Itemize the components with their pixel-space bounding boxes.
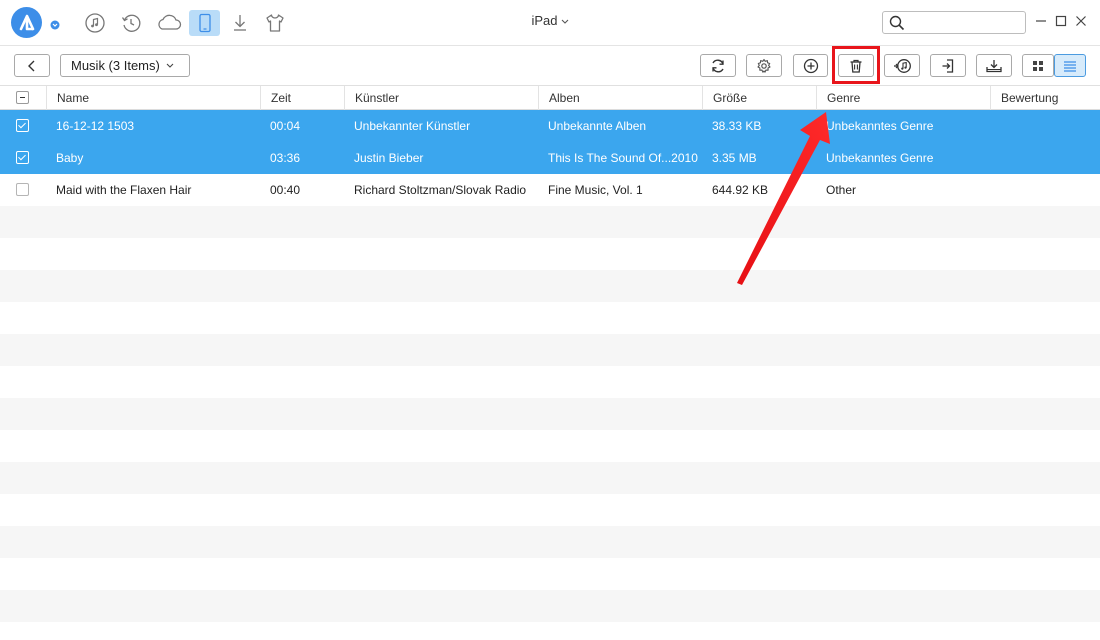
cell-artist: Richard Stoltzman/Slovak Radio <box>354 183 527 197</box>
cell-name: Maid with the Flaxen Hair <box>56 183 192 197</box>
empty-row <box>0 334 1100 366</box>
plus-circle-icon <box>803 58 818 73</box>
cell-size: 38.33 KB <box>712 119 762 133</box>
cloud-icon[interactable] <box>154 10 184 36</box>
empty-row <box>0 430 1100 462</box>
cell-album: This Is The Sound Of...2010 <box>548 151 698 165</box>
empty-row <box>0 622 1100 640</box>
empty-row <box>0 302 1100 334</box>
itunes-icon <box>894 58 911 73</box>
column-header-size[interactable]: Größe <box>702 86 816 110</box>
table-row[interactable]: 16-12-12 1503 00:04 Unbekannter Künstler Un… <box>0 110 1100 142</box>
cell-genre: Unbekanntes Genre <box>826 151 934 165</box>
cell-name: 16-12-12 1503 <box>56 119 135 133</box>
cell-artist: Unbekannter Künstler <box>354 119 471 133</box>
minimize-icon[interactable] <box>1034 14 1048 28</box>
grid-view-button[interactable] <box>1022 54 1054 77</box>
gear-icon <box>757 58 771 73</box>
cell-size: 3.35 MB <box>712 151 757 165</box>
back-button[interactable] <box>14 54 50 77</box>
to-computer-button[interactable] <box>930 54 966 77</box>
folder-label: Musik (3 Items) <box>71 58 160 73</box>
download-icon[interactable] <box>227 10 253 36</box>
app-logo-icon[interactable] <box>11 7 42 38</box>
table-row[interactable]: Maid with the Flaxen Hair 00:40 Richard St… <box>0 174 1100 206</box>
device-selector[interactable]: iPad <box>500 13 600 28</box>
cell-size: 644.92 KB <box>712 183 769 197</box>
cell-time: 00:40 <box>270 183 301 197</box>
cell-album: Unbekannte Alben <box>548 119 647 133</box>
column-header-artist[interactable]: Künstler <box>344 86 538 110</box>
empty-row <box>0 558 1100 590</box>
empty-row <box>0 206 1100 238</box>
row-checkbox[interactable] <box>16 119 29 132</box>
toolbar: Musik (3 Items) <box>0 46 1100 86</box>
table-row[interactable]: Baby 03:36 Justin Bieber This Is The Sound … <box>0 142 1100 174</box>
row-checkbox[interactable] <box>16 183 29 196</box>
select-all-cell <box>0 86 46 110</box>
table-header: Name Zeit Künstler Alben Größe Genre Bew… <box>0 86 1100 110</box>
history-icon[interactable] <box>118 10 144 36</box>
column-header-genre[interactable]: Genre <box>816 86 990 110</box>
maximize-icon[interactable] <box>1054 14 1068 28</box>
select-all-checkbox[interactable] <box>16 91 29 104</box>
cell-rating <box>990 110 1100 142</box>
empty-row <box>0 238 1100 270</box>
folder-select[interactable]: Musik (3 Items) <box>60 54 190 77</box>
app-menu-chevron-down-icon[interactable] <box>50 19 60 30</box>
search-box[interactable] <box>882 11 1026 34</box>
empty-row <box>0 494 1100 526</box>
chevron-down-icon <box>166 63 174 68</box>
to-device-button[interactable] <box>976 54 1012 77</box>
empty-row <box>0 270 1100 302</box>
refresh-button[interactable] <box>700 54 736 77</box>
empty-row <box>0 398 1100 430</box>
search-icon <box>889 15 905 31</box>
search-input[interactable] <box>909 14 1021 31</box>
grid-icon <box>1033 60 1043 71</box>
cell-rating <box>990 142 1100 174</box>
import-device-icon <box>986 59 1002 72</box>
music-table: Name Zeit Künstler Alben Größe Genre Bew… <box>0 86 1100 640</box>
list-view-button[interactable] <box>1054 54 1086 77</box>
refresh-icon <box>712 59 724 72</box>
device-label: iPad <box>531 13 558 28</box>
add-button[interactable] <box>793 54 828 77</box>
close-icon[interactable] <box>1074 14 1088 28</box>
column-header-name[interactable]: Name <box>46 86 260 110</box>
to-itunes-button[interactable] <box>884 54 920 77</box>
cell-genre: Unbekanntes Genre <box>826 119 934 133</box>
empty-row <box>0 590 1100 622</box>
list-icon <box>1064 60 1076 72</box>
cell-name: Baby <box>56 151 84 165</box>
empty-row <box>0 366 1100 398</box>
settings-button[interactable] <box>746 54 782 77</box>
title-bar: iPad <box>0 0 1100 46</box>
row-checkbox[interactable] <box>16 151 29 164</box>
tshirt-icon[interactable] <box>262 10 288 36</box>
cell-artist: Justin Bieber <box>354 151 424 165</box>
column-header-rating[interactable]: Bewertung <box>990 86 1100 110</box>
export-icon <box>942 58 954 73</box>
chevron-down-icon <box>561 19 568 24</box>
delete-button-highlight <box>832 46 880 84</box>
column-header-time[interactable]: Zeit <box>260 86 344 110</box>
cell-genre: Other <box>826 183 857 197</box>
cell-time: 03:36 <box>270 151 301 165</box>
empty-row <box>0 462 1100 494</box>
chevron-left-icon <box>28 60 35 71</box>
cell-time: 00:04 <box>270 119 301 133</box>
phone-icon[interactable] <box>189 10 220 36</box>
music-note-icon[interactable] <box>82 10 108 36</box>
cell-rating <box>990 174 1100 206</box>
cell-album: Fine Music, Vol. 1 <box>548 183 643 197</box>
empty-row <box>0 526 1100 558</box>
column-header-album[interactable]: Alben <box>538 86 702 110</box>
